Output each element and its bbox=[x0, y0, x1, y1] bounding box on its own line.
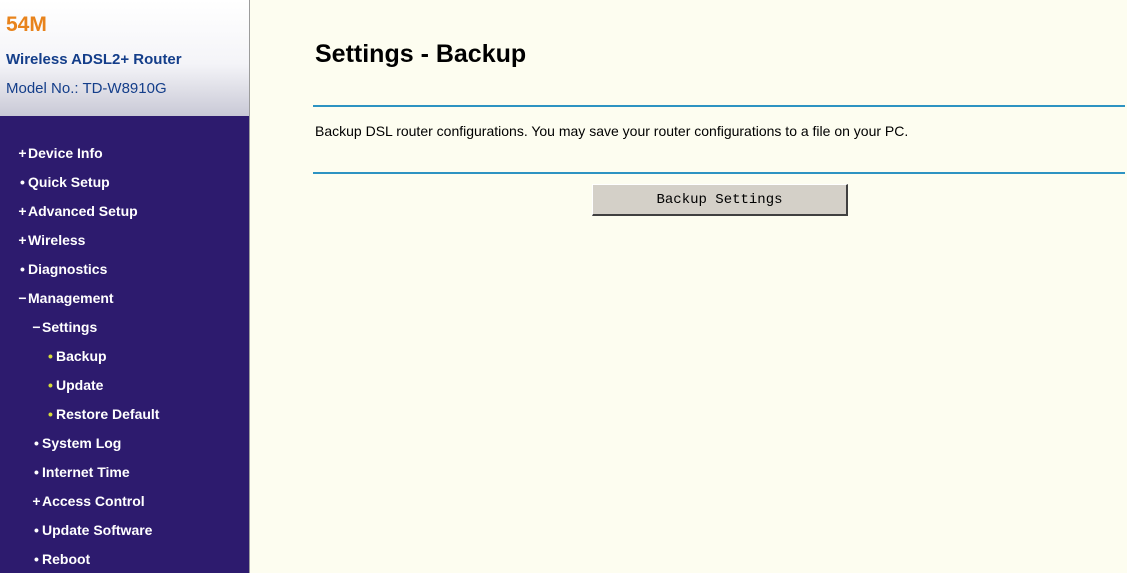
sidebar-item-label: Advanced Setup bbox=[28, 203, 138, 219]
sidebar-item-reboot[interactable]: • Reboot bbox=[31, 551, 90, 567]
sidebar-item-update-software[interactable]: • Update Software bbox=[31, 522, 152, 538]
sidebar-item-wireless[interactable]: +Wireless bbox=[17, 232, 85, 248]
sidebar-item-update[interactable]: • Update bbox=[45, 377, 103, 393]
sidebar-item-device-info[interactable]: +Device Info bbox=[17, 145, 103, 161]
sidebar-item-label: System Log bbox=[42, 435, 122, 451]
backup-settings-button[interactable]: Backup Settings bbox=[592, 184, 848, 216]
sidebar-item-quick-setup[interactable]: • Quick Setup bbox=[17, 174, 110, 190]
sidebar-item-label: Wireless bbox=[28, 232, 86, 248]
sidebar-item-access-control[interactable]: +Access Control bbox=[31, 493, 145, 509]
sidebar-item-system-log[interactable]: • System Log bbox=[31, 435, 121, 451]
brand-model: Model No.: TD-W8910G bbox=[6, 81, 167, 96]
expand-plus-icon: + bbox=[18, 232, 27, 248]
backup-settings-button-label: Backup Settings bbox=[656, 191, 783, 208]
bullet-icon: • bbox=[48, 406, 53, 422]
bullet-icon: • bbox=[20, 174, 25, 190]
bullet-icon: • bbox=[48, 348, 53, 364]
expand-plus-icon: + bbox=[32, 493, 41, 509]
bullet-icon: • bbox=[34, 522, 39, 538]
page-title: Settings - Backup bbox=[315, 40, 527, 68]
model-number: TD-W8910G bbox=[82, 80, 167, 97]
sidebar-item-backup[interactable]: • Backup bbox=[45, 348, 107, 364]
sidebar-item-label: Access Control bbox=[42, 493, 145, 509]
bullet-icon: • bbox=[34, 435, 39, 451]
bullet-icon: • bbox=[20, 261, 25, 277]
sidebar-item-label: Update bbox=[56, 377, 104, 393]
sidebar-item-label: Restore Default bbox=[56, 406, 160, 422]
page-description: Backup DSL router configurations. You ma… bbox=[315, 123, 909, 139]
sidebar-item-label: Device Info bbox=[28, 145, 103, 161]
expand-plus-icon: + bbox=[18, 203, 27, 219]
collapse-minus-icon: − bbox=[18, 290, 27, 306]
sidebar-item-label: Management bbox=[28, 290, 114, 306]
expand-plus-icon: + bbox=[18, 145, 27, 161]
sidebar-item-internet-time[interactable]: • Internet Time bbox=[31, 464, 130, 480]
sidebar-item-label: Reboot bbox=[42, 551, 91, 567]
bullet-icon: • bbox=[34, 551, 39, 567]
frame-divider bbox=[249, 0, 250, 573]
sidebar-item-label: Diagnostics bbox=[28, 261, 108, 277]
sidebar-item-label: Backup bbox=[56, 348, 107, 364]
sidebar-item-label: Settings bbox=[42, 319, 98, 335]
bottom-rule bbox=[313, 172, 1125, 174]
sidebar-item-advanced-setup[interactable]: +Advanced Setup bbox=[17, 203, 138, 219]
brand-speed: 54M bbox=[6, 13, 47, 36]
left-navigation-frame: 54M Wireless ADSL2+ Router Model No.: TD… bbox=[0, 0, 249, 573]
sidebar-item-label: Quick Setup bbox=[28, 174, 110, 190]
sidebar-item-label: Update Software bbox=[42, 522, 153, 538]
sidebar-item-label: Internet Time bbox=[42, 464, 130, 480]
sidebar-item-settings[interactable]: −Settings bbox=[31, 319, 97, 335]
brand-product-name: Wireless ADSL2+ Router bbox=[6, 51, 182, 68]
brand-header: 54M Wireless ADSL2+ Router Model No.: TD… bbox=[0, 0, 249, 116]
sidebar-item-restore-default[interactable]: • Restore Default bbox=[45, 406, 159, 422]
sidebar-menu: +Device Info • Quick Setup +Advanced Setu… bbox=[0, 116, 249, 573]
model-label: Model No.: bbox=[6, 80, 83, 97]
top-rule bbox=[313, 105, 1125, 107]
bullet-icon: • bbox=[48, 377, 53, 393]
sidebar-item-management[interactable]: −Management bbox=[17, 290, 114, 306]
collapse-minus-icon: − bbox=[32, 319, 41, 335]
bullet-icon: • bbox=[34, 464, 39, 480]
sidebar-item-diagnostics[interactable]: • Diagnostics bbox=[17, 261, 107, 277]
